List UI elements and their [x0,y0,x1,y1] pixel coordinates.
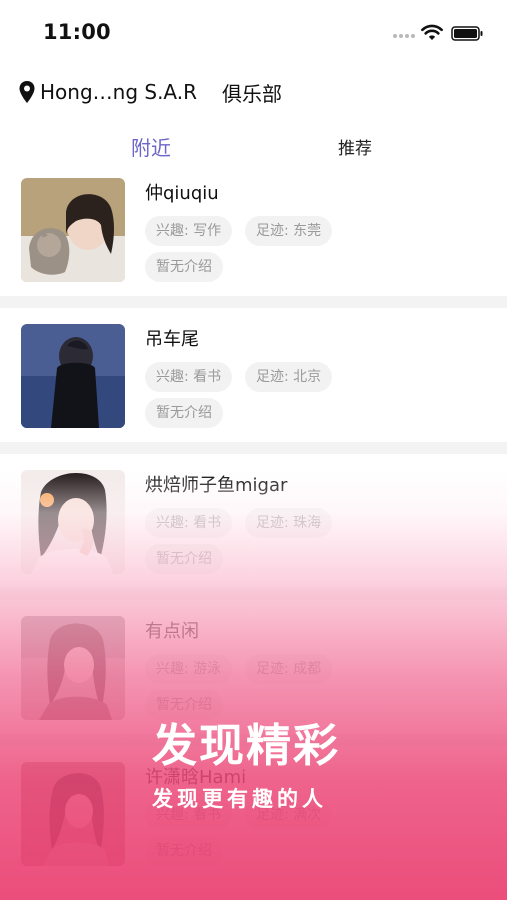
intro-tag: 暂无介绍 [145,398,223,428]
user-name: 有点闲 [145,621,199,642]
trace-tag: 足迹: 珠海 [245,508,333,538]
wifi-icon [421,24,443,40]
user-name: 烘焙师子鱼migar [145,475,288,496]
user-card[interactable]: 烘焙师子鱼migar 兴趣: 看书 足迹: 珠海 暂无介绍 [0,464,507,602]
battery-icon [451,26,483,41]
location-pin-icon [19,81,35,103]
user-avatar[interactable] [21,324,125,428]
user-avatar[interactable] [21,178,125,282]
intro-tag: 暂无介绍 [145,544,223,574]
intro-tag: 暂无介绍 [145,252,223,282]
card-divider [0,588,507,600]
trace-tag: 足迹: 东莞 [245,216,333,246]
trace-tag: 足迹: 北京 [245,362,333,392]
user-card[interactable]: 仲qiuqiu 兴趣: 写作 足迹: 东莞 暂无介绍 [0,172,507,310]
signal-dots-icon [393,34,417,38]
club-link[interactable]: 俱乐部 [222,78,282,107]
interest-tag: 兴趣: 看书 [145,508,233,538]
user-avatar[interactable] [21,470,125,574]
tab-nearby[interactable]: 附近 [131,132,171,161]
user-card[interactable]: 许潇晗Hami 兴趣: 看书 足迹: 满次 暂无介绍 [0,756,507,894]
interest-tag: 兴趣: 写作 [145,216,233,246]
interest-tag: 兴趣: 看书 [145,362,233,392]
promo-subtitle: 发现更有趣的人 [152,787,327,811]
user-name: 仲qiuqiu [145,183,219,204]
tab-recommend[interactable]: 推荐 [338,134,372,159]
trace-tag: 足迹: 成都 [245,654,333,684]
status-time: 11:00 [43,20,111,44]
status-bar: 11:00 [0,0,507,66]
location-selector[interactable]: Hong…ng S.A.R [18,76,197,108]
user-name: 吊车尾 [145,329,199,350]
user-card[interactable]: 吊车尾 兴趣: 看书 足迹: 北京 暂无介绍 [0,318,507,456]
card-divider [0,296,507,308]
user-avatar[interactable] [21,616,125,720]
promo-title: 发现精彩 [152,719,341,772]
intro-tag: 暂无介绍 [145,836,223,866]
user-avatar[interactable] [21,762,125,866]
card-divider [0,442,507,454]
interest-tag: 兴趣: 游泳 [145,654,233,684]
location-text: Hong…ng S.A.R [40,80,198,104]
